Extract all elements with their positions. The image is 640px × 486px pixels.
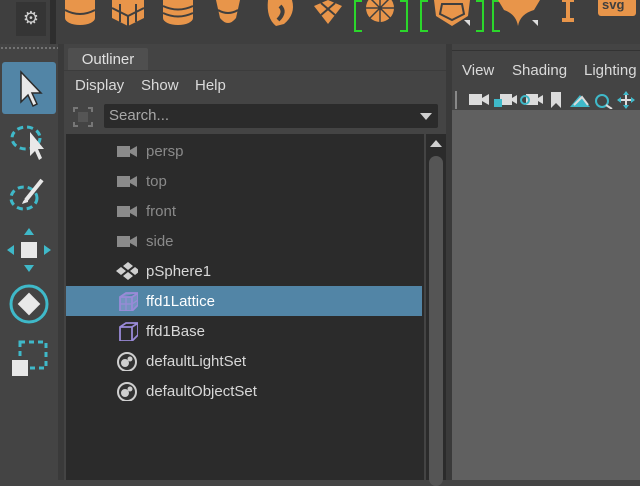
scrollbar-thumb[interactable] [429,156,443,486]
shelf-bracket [476,0,484,32]
camera-icon [117,146,137,157]
list-item[interactable]: top [66,166,422,196]
shelf-separator [50,0,56,44]
list-item-label: ffd1Base [146,323,205,340]
camera-icon [117,176,137,187]
scale-tool-icon[interactable] [2,332,56,384]
list-item-label: defaultObjectSet [146,383,257,400]
svg-icon-label: svg [602,0,625,12]
cone-icon[interactable] [208,0,248,28]
list-item-label: top [146,173,167,190]
sphere-icon[interactable] [360,0,400,28]
scroll-up-icon[interactable] [430,140,442,147]
lattice-icon [119,292,138,311]
camera-icon[interactable] [468,91,492,109]
move-tool-icon[interactable] [2,224,56,276]
select-tool-icon[interactable] [2,62,56,114]
camera-icon [117,206,137,217]
tab-outliner[interactable]: Outliner [68,48,148,70]
bookmark-icon[interactable] [548,91,564,109]
toolbar-grip [455,91,457,109]
chevron-down-icon[interactable] [420,113,432,120]
list-item-selected[interactable]: ffd1Lattice [66,286,422,316]
shelf-bracket [420,0,428,32]
list-item[interactable]: side [66,226,422,256]
camera-attributes-icon[interactable] [520,91,544,109]
svg-icon[interactable]: svg [598,0,636,16]
list-item-label: front [146,203,177,220]
torus-icon[interactable] [260,0,300,28]
list-item-label: pSphere1 [146,263,212,280]
rotate-tool-icon[interactable] [2,278,56,330]
list-item[interactable]: defaultObjectSet [66,376,422,406]
viewport-canvas[interactable] [452,110,640,480]
lattice-icon [119,322,138,341]
shelf-toolbar: ⚙ svg [0,0,640,44]
list-item[interactable]: ffd1Base [66,316,422,346]
menu-display[interactable]: Display [75,75,124,97]
lasso-tool-icon[interactable] [2,116,56,168]
menu-shading[interactable]: Shading [512,61,567,81]
menu-view[interactable]: View [462,61,494,81]
list-item[interactable]: persp [66,136,422,166]
viewport-toolbar [452,89,640,111]
cube-icon[interactable] [108,0,148,28]
cylinder-icon[interactable] [60,0,100,28]
set-icon [117,382,137,401]
toolbox-grip[interactable] [0,46,60,50]
type-icon[interactable] [556,0,580,28]
menu-lighting[interactable]: Lighting [584,61,637,81]
outliner-panel: Outliner Display Show Help Search... per… [64,44,446,486]
filter-icon[interactable] [72,106,94,128]
list-item[interactable]: pSphere1 [66,256,422,286]
image-plane-icon[interactable] [568,91,592,109]
menu-show[interactable]: Show [141,75,179,97]
list-item[interactable]: front [66,196,422,226]
polyhedron-icon[interactable] [428,0,476,28]
toolbox [0,52,58,480]
viewport-header: View Shading Lighting [452,50,640,109]
gear-icon[interactable]: ⚙ [16,2,46,36]
tab-underline [64,70,446,71]
cylinder-icon[interactable] [158,0,198,28]
list-item-label: ffd1Lattice [146,293,215,310]
camera-lock-icon[interactable] [494,91,518,109]
search-placeholder: Search... [109,107,170,124]
mesh-transform-icon [116,262,138,280]
list-item-label: side [146,233,174,250]
menu-help[interactable]: Help [195,75,226,97]
set-icon [117,352,137,371]
outliner-list: persp top front side pSphere1 ffd1Lattic… [66,134,424,480]
paint-select-icon[interactable] [2,170,56,222]
camera-icon [117,236,137,247]
plane-icon[interactable] [308,0,348,28]
search-input[interactable]: Search... [104,104,438,128]
pan-zoom-icon[interactable] [616,91,640,109]
list-item-label: persp [146,143,184,160]
viewport-panel: View Shading Lighting [452,44,640,480]
diamond-icon[interactable] [496,0,544,28]
list-item[interactable]: defaultLightSet [66,346,422,376]
grease-pencil-icon[interactable] [592,91,616,109]
list-item-label: defaultLightSet [146,353,247,370]
shelf-bracket [400,0,408,32]
scrollbar[interactable] [426,134,446,486]
